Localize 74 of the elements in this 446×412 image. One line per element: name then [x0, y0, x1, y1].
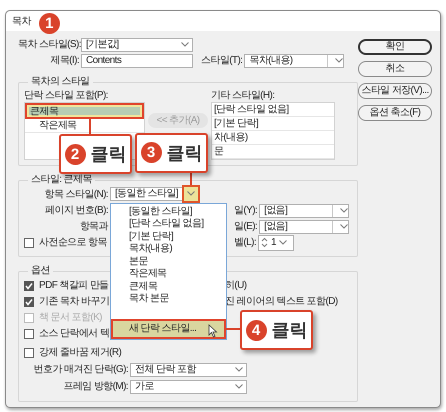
- field-label: 일(E):: [234, 220, 258, 233]
- checkbox-label: 책 문서 포함(K): [39, 311, 102, 324]
- step-badge: 4: [246, 320, 266, 340]
- list-item[interactable]: [기본 단락]: [212, 117, 334, 131]
- dropdown-option[interactable]: 작은제목: [111, 268, 226, 280]
- dialog-button[interactable]: 옵션 축소(F): [358, 105, 432, 121]
- checkbox-label: 소스 단락에서 텍: [39, 327, 110, 340]
- dropdown-option[interactable]: 목차(내용): [111, 243, 226, 256]
- field-label: 프레임 방향(M):: [62, 380, 129, 393]
- field-label: 페이지 번호(B):: [44, 204, 109, 217]
- dropdown-option[interactable]: 새 단락 스타일...: [111, 318, 226, 338]
- dropdown-option[interactable]: [동일한 스타일]: [111, 206, 226, 218]
- field-label: 제목(I):: [49, 54, 80, 67]
- field-label: 항목과: [78, 220, 110, 233]
- dropdown-field[interactable]: 가로: [130, 380, 247, 394]
- checkbox[interactable]: [24, 328, 34, 338]
- dropdown-field[interactable]: 목차(내용): [244, 54, 344, 68]
- caret-icon: [335, 58, 344, 63]
- caret-icon: [235, 367, 243, 372]
- list-item[interactable]: 문: [212, 145, 334, 159]
- caret-icon: [340, 208, 348, 213]
- dropdown-option[interactable]: [단락 스타일 없음]: [111, 218, 226, 230]
- dropdown-button[interactable]: [182, 184, 200, 202]
- caret-icon: [235, 384, 243, 389]
- field-label: 스타일(T):: [201, 54, 244, 67]
- checkbox[interactable]: [24, 296, 34, 306]
- checkbox[interactable]: [24, 280, 34, 290]
- stepper-icon: [261, 237, 268, 248]
- step-badge: 1: [38, 12, 60, 34]
- caret-icon: [278, 240, 287, 245]
- callout-text: 클릭: [90, 144, 126, 164]
- checkbox-label: 히(U): [225, 279, 246, 292]
- caret-icon: [181, 42, 189, 47]
- list-item[interactable]: 차(내용): [212, 131, 334, 145]
- dropdown-field[interactable]: [없음]: [259, 220, 350, 234]
- dropdown-field[interactable]: [기본값]: [81, 38, 193, 52]
- field-label: 번호가 매겨진 단락(G):: [32, 363, 129, 376]
- callout-text: 클릭: [272, 320, 308, 340]
- number-stepper[interactable]: 1: [258, 234, 294, 250]
- group-title: 스타일: 큰제목: [28, 174, 95, 186]
- dialog-button[interactable]: 취소: [358, 61, 432, 77]
- step-badge: 3: [140, 142, 162, 163]
- checkbox-label: 강제 줄바꿈 제거(R): [39, 346, 122, 359]
- list-label: 기타 스타일(H):: [211, 89, 276, 102]
- window-title: 목차: [12, 14, 31, 28]
- checkbox-label: 기존 목차 바꾸기: [39, 295, 110, 308]
- list-item[interactable]: [단락 스타일 없음]: [212, 103, 334, 117]
- checkbox[interactable]: [24, 348, 34, 358]
- stepper-value: 1: [271, 236, 276, 249]
- group-title: 목차의 스타일: [28, 76, 93, 88]
- checkbox-label: PDF 책갈피 만들: [39, 279, 109, 292]
- checkbox-label: 사전순으로 항목: [39, 236, 107, 249]
- dialog-button[interactable]: 스타일 저장(V)...: [358, 83, 432, 99]
- checkbox[interactable]: [24, 238, 34, 248]
- dropdown-option[interactable]: 목차 본문: [111, 293, 226, 306]
- text-field[interactable]: Contents: [81, 54, 193, 68]
- step-badge: 2: [64, 144, 86, 164]
- field-label: 일(Y):: [234, 204, 258, 217]
- dropdown-option[interactable]: 큰제목: [111, 280, 226, 293]
- callout-text: 클릭: [166, 142, 202, 162]
- field-label: 항목 스타일(N):: [44, 188, 109, 201]
- group-title: 옵션: [28, 265, 53, 277]
- dropdown-field[interactable]: [없음]: [259, 204, 350, 218]
- dropdown-option[interactable]: [기본 단락]: [111, 230, 226, 243]
- dropdown-option[interactable]: 본문: [111, 256, 226, 268]
- field-label: 목차 스타일(S):: [18, 38, 81, 51]
- caret-icon: [340, 224, 348, 229]
- field-label: 벨(L):: [234, 236, 258, 249]
- caret-icon: [187, 191, 195, 196]
- list-item[interactable]: 큰제목: [25, 103, 144, 119]
- dialog-button[interactable]: 확인: [358, 39, 432, 55]
- dropdown-field[interactable]: 전체 단락 포함: [130, 362, 247, 376]
- list-label: 단락 스타일 포함(P):: [24, 89, 109, 102]
- dropdown-field[interactable]: [동일한 스타일]: [110, 186, 182, 200]
